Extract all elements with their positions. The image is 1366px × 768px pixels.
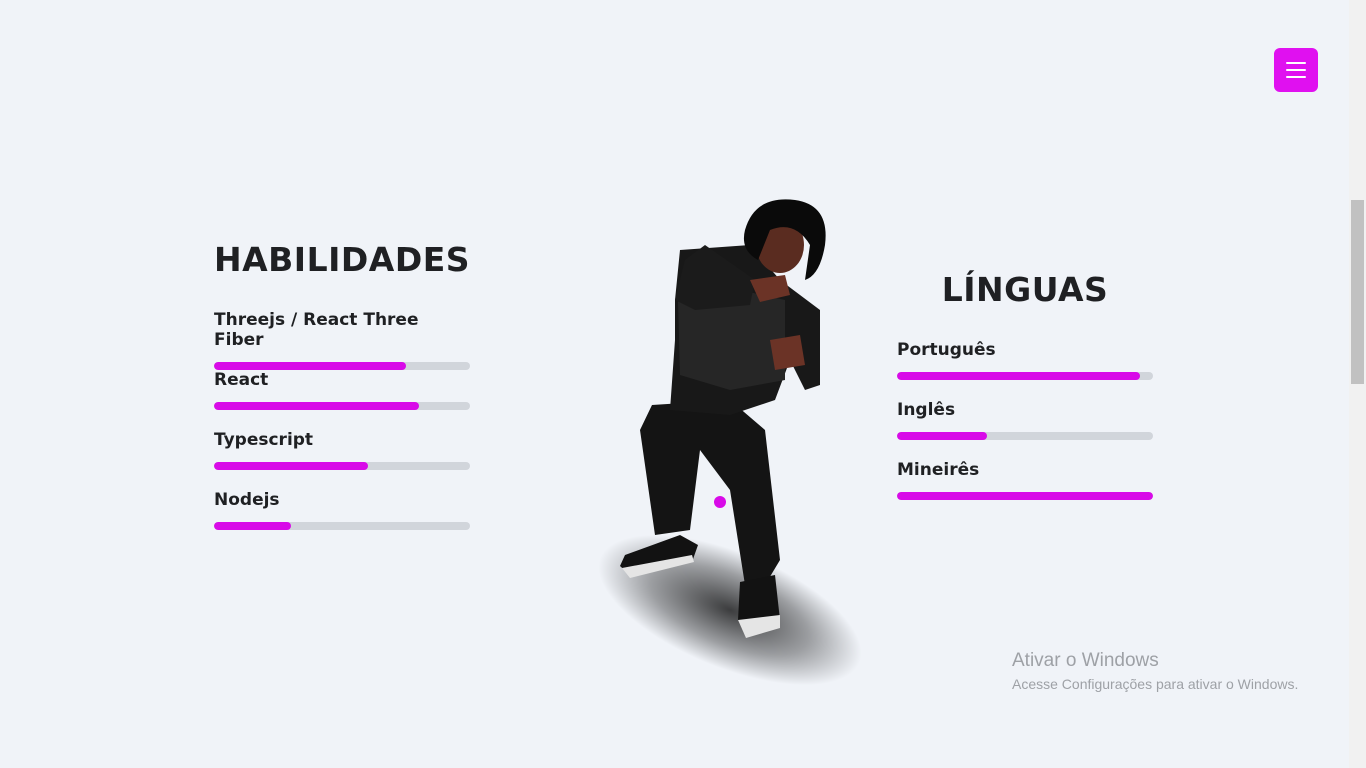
language-item: Inglês: [897, 400, 1153, 440]
languages-title: LÍNGUAS: [941, 270, 1109, 309]
watermark-subtitle: Acesse Configurações para ativar o Windo…: [1012, 676, 1299, 692]
skill-progress-bar: [214, 402, 470, 410]
skill-progress-bar: [214, 362, 470, 370]
skill-item: Typescript: [214, 430, 470, 470]
language-progress-fill: [897, 492, 1153, 500]
skill-item: Nodejs: [214, 490, 470, 530]
skill-item: Threejs / React Three Fiber: [214, 310, 470, 370]
language-progress-bar: [897, 432, 1153, 440]
language-item: Mineirês: [897, 460, 1153, 500]
vertical-scrollbar[interactable]: [1349, 0, 1366, 768]
skill-name: Typescript: [214, 430, 314, 450]
skill-progress-bar: [214, 462, 470, 470]
skills-title: HABILIDADES: [214, 240, 471, 279]
skill-name: React: [214, 370, 269, 390]
watermark-title: Ativar o Windows: [1012, 650, 1159, 671]
avatar-3d-character[interactable]: [580, 190, 870, 700]
accent-dot: [714, 496, 726, 508]
language-progress-fill: [897, 372, 1141, 380]
windows-activation-watermark: Ativar o Windows Acesse Configurações pa…: [1012, 650, 1298, 692]
hamburger-menu-icon: [1286, 62, 1306, 64]
skill-progress-fill: [214, 462, 368, 470]
skill-progress-fill: [214, 522, 291, 530]
skill-progress-fill: [214, 362, 406, 370]
skills-section: HABILIDADES Threejs / React Three Fiber R…: [214, 240, 471, 530]
language-progress-bar: [897, 372, 1153, 380]
language-name: Português: [897, 340, 996, 360]
language-name: Inglês: [897, 400, 956, 420]
language-name: Mineirês: [897, 460, 980, 480]
language-progress-bar: [897, 492, 1153, 500]
skill-name: Nodejs: [214, 490, 280, 510]
skill-progress-bar: [214, 522, 470, 530]
skill-name: Threejs / React Three Fiber: [214, 310, 419, 350]
languages-section: LÍNGUAS Português Inglês Mineirês: [897, 270, 1153, 500]
menu-button[interactable]: [1274, 48, 1318, 92]
scrollbar-thumb[interactable]: [1351, 200, 1364, 384]
skill-progress-fill: [214, 402, 419, 410]
language-progress-fill: [897, 432, 987, 440]
skill-item: React: [214, 370, 470, 410]
language-item: Português: [897, 340, 1153, 380]
